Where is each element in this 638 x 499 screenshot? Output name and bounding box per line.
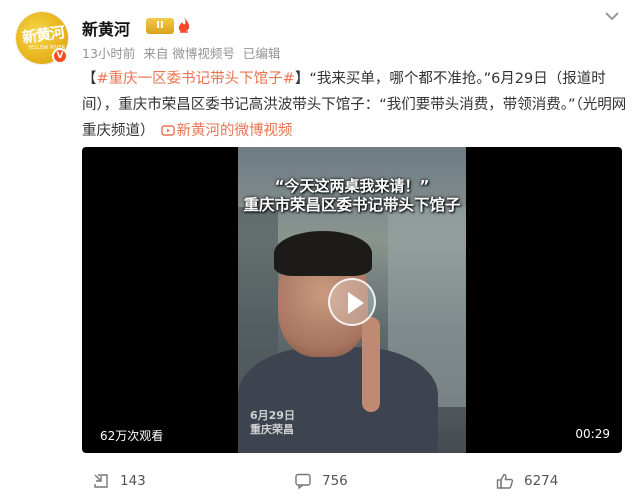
like-button[interactable]: 6274 bbox=[496, 471, 558, 491]
video-duration: 00:29 bbox=[575, 427, 610, 441]
repost-icon bbox=[94, 474, 108, 488]
member-badge-icon[interactable]: II bbox=[146, 18, 174, 34]
video-caption-title: 重庆市荣昌区委书记带头下馆子 bbox=[243, 196, 461, 214]
chevron-down-icon[interactable] bbox=[604, 10, 620, 22]
thumbnail-finger bbox=[362, 317, 380, 412]
comment-count: 756 bbox=[322, 473, 348, 489]
video-link-icon[interactable] bbox=[160, 123, 175, 137]
like-count: 6274 bbox=[524, 473, 559, 489]
avatar-logo-text: 新黄河 bbox=[21, 23, 66, 47]
edited-label[interactable]: 已编辑 bbox=[243, 46, 281, 61]
play-button[interactable] bbox=[328, 278, 376, 326]
action-bar: 143 756 6274 bbox=[0, 463, 638, 499]
post-content: 【#重庆一区委书记带头下馆子#】“我来买单，哪个都不准抢。”6月29日（报道时间… bbox=[82, 66, 630, 144]
post-time[interactable]: 13小时前 bbox=[82, 46, 135, 61]
comment-button[interactable]: 756 bbox=[294, 471, 348, 491]
author-name[interactable]: 新黄河 bbox=[82, 16, 130, 40]
video-stamp-place: 重庆荣昌 bbox=[250, 423, 294, 436]
post-meta: 13小时前 来自 微博视频号 已编辑 bbox=[82, 43, 284, 62]
play-icon bbox=[348, 292, 364, 314]
thumbs-up-icon bbox=[496, 473, 514, 489]
post-source[interactable]: 来自 微博视频号 bbox=[143, 46, 234, 61]
thumbnail-person-hair bbox=[274, 231, 372, 276]
video-stamp-date: 6月29日 bbox=[250, 409, 295, 422]
video-link[interactable]: 新黄河的微博视频 bbox=[177, 123, 293, 139]
bracket-close: 】 bbox=[294, 71, 310, 87]
bracket-open: 【 bbox=[82, 71, 97, 87]
view-count: 62万次观看 bbox=[100, 429, 164, 443]
video-player[interactable]: “今天这两桌我来请！” 重庆市荣昌区委书记带头下馆子 6月29日 重庆荣昌 62… bbox=[82, 147, 622, 453]
weibo-post-card: 新黄河 YELLOW RIVER V 新黄河 II 13小时前 来自 微博视频号… bbox=[0, 0, 638, 499]
fire-icon[interactable] bbox=[178, 17, 190, 34]
video-stamp: 6月29日 重庆荣昌 bbox=[250, 409, 295, 437]
repost-button[interactable]: 143 bbox=[92, 471, 146, 491]
repost-count: 143 bbox=[120, 473, 146, 489]
thumbnail-person-body bbox=[238, 347, 438, 453]
comment-icon bbox=[295, 473, 311, 490]
hashtag-link[interactable]: #重庆一区委书记带头下馆子# bbox=[97, 71, 295, 87]
verified-icon: V bbox=[52, 48, 68, 64]
